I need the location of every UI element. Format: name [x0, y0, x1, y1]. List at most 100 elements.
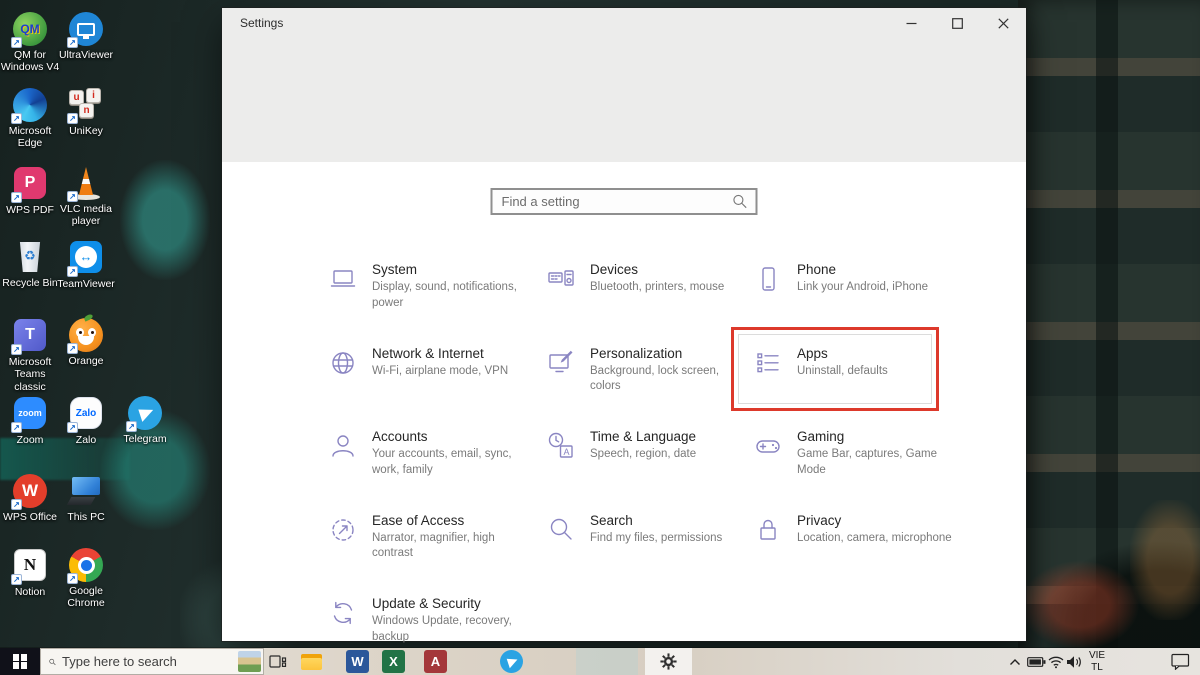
- task-view-icon: [268, 652, 287, 671]
- tile-subtitle: Game Bar, captures, Game Mode: [797, 447, 993, 478]
- desktop-icon-ultraviewer[interactable]: ↗ UltraViewer: [55, 12, 117, 61]
- telegram-icon: [507, 655, 520, 668]
- desktop-icon-orange[interactable]: ↗ Orange: [55, 318, 117, 367]
- tile-title: Privacy: [797, 513, 978, 528]
- chevron-up-icon: [1009, 658, 1021, 666]
- tile-personalization[interactable]: Personalization Background, lock screen,…: [546, 342, 753, 426]
- desktop-icon-zoom[interactable]: zoom↗ Zoom: [0, 396, 61, 446]
- desktop-icon-label: TeamViewer: [55, 278, 117, 290]
- desktop-icon-edge[interactable]: ↗ Microsoft Edge: [0, 88, 61, 150]
- task-view-button[interactable]: [268, 652, 287, 675]
- battery-tray-button[interactable]: [1026, 648, 1046, 675]
- settings-window: Settings: [222, 8, 1026, 641]
- devices-icon: [546, 264, 576, 294]
- find-a-setting-box[interactable]: [491, 188, 758, 215]
- volume-icon: [1066, 655, 1083, 669]
- search-highlight-image[interactable]: [238, 651, 261, 672]
- taskbar-file-explorer[interactable]: [300, 650, 323, 673]
- wallpaper-building: [1018, 0, 1200, 675]
- shortcut-arrow-icon: ↗: [67, 37, 78, 48]
- volume-tray-button[interactable]: [1064, 648, 1084, 675]
- desktop-icon-label: Microsoft Teams classic: [0, 356, 61, 393]
- tile-title: Update & Security: [372, 596, 546, 611]
- title-bar[interactable]: Settings: [222, 8, 1026, 38]
- taskbar-telegram[interactable]: [500, 650, 523, 673]
- taskbar-word[interactable]: W: [346, 650, 369, 673]
- language-top: VIE: [1082, 650, 1112, 662]
- tile-network[interactable]: Network & Internet Wi-Fi, airplane mode,…: [328, 342, 546, 426]
- tile-title: Search: [590, 513, 748, 528]
- minimize-icon: [906, 18, 917, 29]
- wifi-icon: [1047, 655, 1065, 669]
- desktop: QM↗ QM for Windows V4 ↗ UltraViewer ↗ Mi…: [0, 0, 1200, 675]
- tile-gaming[interactable]: Gaming Game Bar, captures, Game Mode: [753, 425, 993, 509]
- wallpaper-building-column: [1096, 0, 1118, 675]
- desktop-icon-notion[interactable]: N↗ Notion: [0, 548, 61, 598]
- desktop-icon-unikey[interactable]: uin ↗ UniKey: [55, 88, 117, 137]
- maximize-button[interactable]: [934, 8, 980, 38]
- word-icon: W: [351, 654, 363, 669]
- wallpaper-warm-light: [1130, 500, 1200, 620]
- window-title: Settings: [240, 16, 283, 30]
- desktop-icon-label: Telegram: [114, 433, 176, 445]
- minimize-button[interactable]: [888, 8, 934, 38]
- desktop-icon-teamviewer[interactable]: ↔↗ TeamViewer: [55, 240, 117, 290]
- desktop-icon-teams[interactable]: T↗ Microsoft Teams classic: [0, 318, 61, 393]
- hidden-icons-button[interactable]: [1006, 648, 1024, 675]
- desktop-icon-zalo[interactable]: Zalo↗ Zalo: [55, 396, 117, 446]
- tile-ease-of-access[interactable]: Ease of Access Narrator, magnifier, high…: [328, 509, 546, 593]
- shortcut-arrow-icon: ↗: [11, 499, 22, 510]
- running-app-strip[interactable]: [576, 648, 638, 675]
- close-button[interactable]: [980, 8, 1026, 38]
- accounts-icon: [328, 431, 358, 461]
- desktop-icon-recycle-bin[interactable]: ♻ Recycle Bin: [0, 240, 61, 289]
- tile-privacy[interactable]: Privacy Location, camera, microphone: [753, 509, 993, 593]
- tile-apps[interactable]: Apps Uninstall, defaults: [753, 342, 993, 426]
- excel-icon: X: [389, 654, 398, 669]
- ease-of-access-icon: [328, 515, 358, 545]
- desktop-icon-qm-for-windows[interactable]: QM↗ QM for Windows V4: [0, 12, 61, 74]
- tile-subtitle: Link your Android, iPhone: [797, 280, 954, 296]
- taskbar-search-input[interactable]: [56, 654, 238, 669]
- start-button[interactable]: [0, 648, 40, 675]
- desktop-icon-wps-pdf[interactable]: P↗ WPS PDF: [0, 166, 61, 216]
- this-pc-icon: [69, 474, 103, 508]
- shortcut-arrow-icon: ↗: [11, 113, 22, 124]
- search-tile-icon: [546, 515, 576, 545]
- update-security-icon: [328, 598, 358, 628]
- taskbar-excel[interactable]: X: [382, 650, 405, 673]
- language-indicator[interactable]: VIE TL: [1082, 650, 1112, 673]
- desktop-icon-label: Microsoft Edge: [0, 125, 61, 150]
- tile-subtitle: Display, sound, notifications, power: [372, 280, 546, 311]
- shortcut-arrow-icon: ↗: [67, 113, 78, 124]
- desktop-icon-label: Notion: [0, 586, 61, 598]
- close-icon: [998, 18, 1009, 29]
- tile-accounts[interactable]: Accounts Your accounts, email, sync, wor…: [328, 425, 546, 509]
- desktop-icon-wps-office[interactable]: W↗ WPS Office: [0, 474, 61, 523]
- tile-subtitle: Speech, region, date: [590, 447, 722, 463]
- taskbar-access[interactable]: A: [424, 650, 447, 673]
- desktop-icon-telegram[interactable]: ↗ Telegram: [114, 396, 176, 445]
- tile-time-language[interactable]: A Time & Language Speech, region, date: [546, 425, 753, 509]
- shortcut-arrow-icon: ↗: [67, 343, 78, 354]
- tile-system[interactable]: System Display, sound, notifications, po…: [328, 258, 546, 342]
- tile-devices[interactable]: Devices Bluetooth, printers, mouse: [546, 258, 753, 342]
- wifi-tray-button[interactable]: [1046, 648, 1066, 675]
- search-icon: [49, 655, 56, 669]
- action-center-button[interactable]: [1162, 648, 1198, 675]
- tile-phone[interactable]: Phone Link your Android, iPhone: [753, 258, 993, 342]
- desktop-icon-label: UltraViewer: [55, 49, 117, 61]
- tile-search[interactable]: Search Find my files, permissions: [546, 509, 753, 593]
- shortcut-arrow-icon: ↗: [11, 192, 22, 203]
- shortcut-arrow-icon: ↗: [67, 266, 78, 277]
- desktop-icon-label: QM for Windows V4: [0, 49, 61, 74]
- tile-subtitle: Your accounts, email, sync, work, family: [372, 447, 546, 478]
- tile-title: Time & Language: [590, 429, 722, 444]
- tile-title: Ease of Access: [372, 513, 546, 528]
- taskbar-settings-active[interactable]: [645, 648, 692, 675]
- desktop-icon-vlc[interactable]: ↗ VLC media player: [55, 166, 117, 228]
- desktop-icon-this-pc[interactable]: This PC: [55, 474, 117, 523]
- taskbar-search-box[interactable]: [40, 648, 264, 675]
- find-a-setting-input[interactable]: [493, 194, 733, 209]
- desktop-icon-chrome[interactable]: ↗ Google Chrome: [55, 548, 117, 610]
